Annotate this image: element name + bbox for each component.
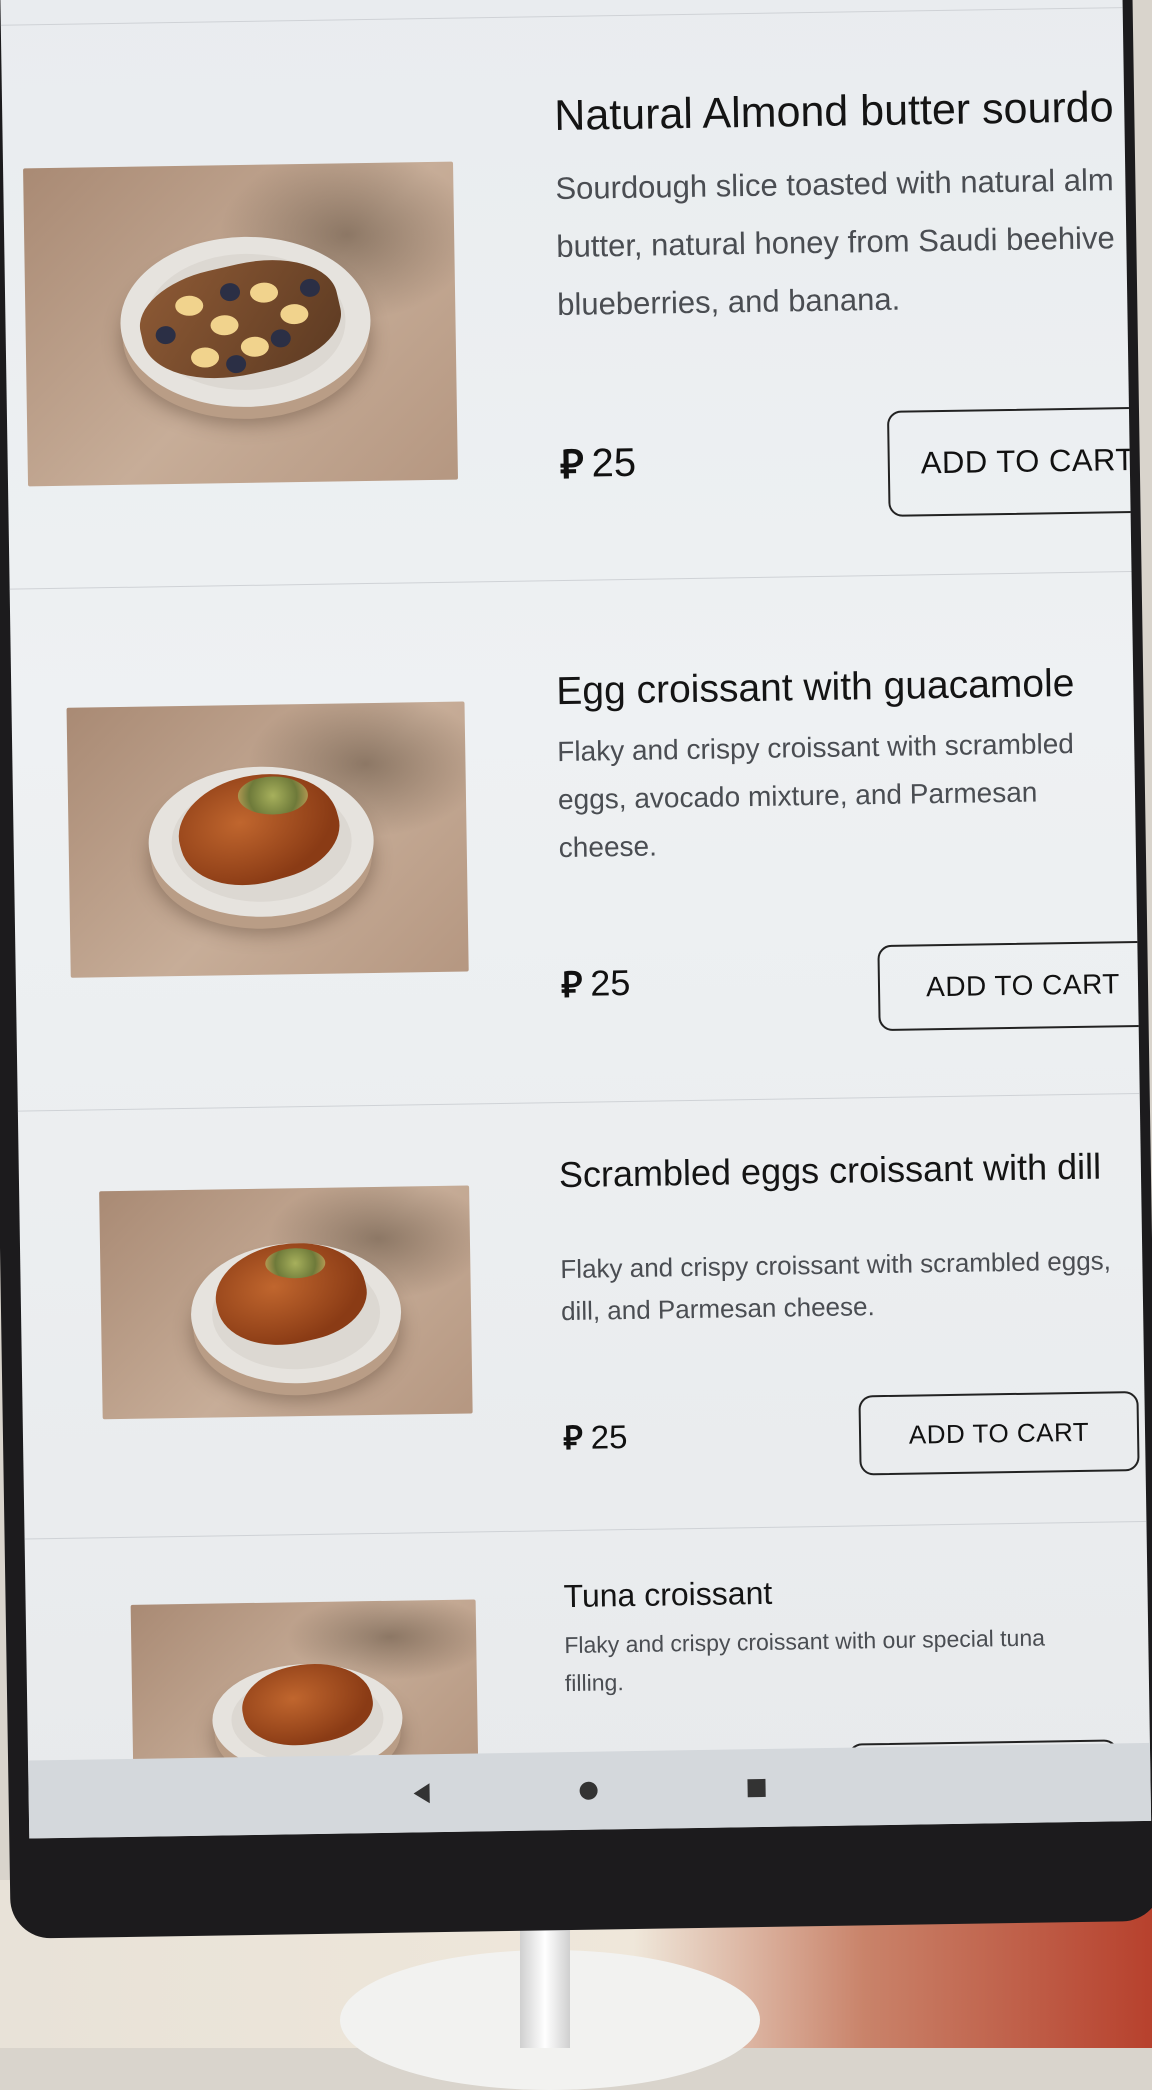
system-navigation-bar	[28, 1742, 1152, 1839]
item-title: Tuna croissant	[563, 1574, 773, 1615]
menu-item[interactable]: Egg croissant with guacamole Flaky and c…	[11, 662, 1152, 1032]
tablet-bezel: Natural Almond butter sourdo Sourdough s…	[0, 0, 1152, 1939]
riyal-currency-icon: ⃁	[560, 963, 583, 1006]
menu-screen: Natural Almond butter sourdo Sourdough s…	[0, 0, 1152, 1839]
item-image-tuna-croissant[interactable]	[130, 1599, 479, 1765]
item-title: Scrambled eggs croissant with dill	[558, 1145, 1102, 1196]
menu-item[interactable]: Scrambled eggs croissant with dill Flaky…	[19, 1146, 1141, 1476]
divider	[9, 571, 1132, 590]
price-value: 25	[589, 961, 631, 1004]
back-icon[interactable]	[413, 1783, 430, 1804]
price-value: 25	[590, 1417, 628, 1456]
riyal-currency-icon: ⃁	[562, 1418, 583, 1457]
add-to-cart-button[interactable]: ADD TO CART	[877, 940, 1152, 1032]
item-price: ⃁ 25	[559, 437, 636, 490]
item-image-almond-sourdough[interactable]	[23, 161, 458, 487]
item-image-egg-croissant-guacamole[interactable]	[66, 701, 469, 978]
divider	[24, 1520, 1147, 1540]
item-description: Flaky and crispy croissant with scramble…	[557, 727, 1075, 864]
menu-item[interactable]: Natural Almond butter sourdo Sourdough s…	[2, 83, 1152, 517]
recents-icon[interactable]	[747, 1778, 766, 1798]
add-to-cart-button[interactable]: ADD TO CART	[886, 406, 1152, 517]
divider	[17, 1092, 1140, 1112]
item-title: Natural Almond butter sourdo	[553, 83, 1114, 141]
add-to-cart-button[interactable]: ADD TO CART	[858, 1391, 1140, 1476]
item-description: Flaky and crispy croissant with scramble…	[560, 1245, 1112, 1327]
menu-item[interactable]: Tuna croissant Flaky and crispy croissan…	[25, 1561, 1147, 1814]
divider	[0, 7, 1123, 26]
price-value: 25	[591, 440, 637, 486]
item-description: Flaky and crispy croissant with our spec…	[564, 1624, 1046, 1697]
item-price: ⃁ 25	[561, 959, 631, 1007]
home-icon[interactable]	[579, 1781, 598, 1800]
item-title: Egg croissant with guacamole	[555, 661, 1075, 714]
item-description: Sourdough slice toasted with natural alm…	[555, 162, 1115, 323]
riyal-currency-icon: ⃁	[559, 442, 584, 487]
item-price: ⃁ 25	[563, 1415, 628, 1459]
item-image-scrambled-eggs-croissant-dill[interactable]	[99, 1185, 473, 1420]
